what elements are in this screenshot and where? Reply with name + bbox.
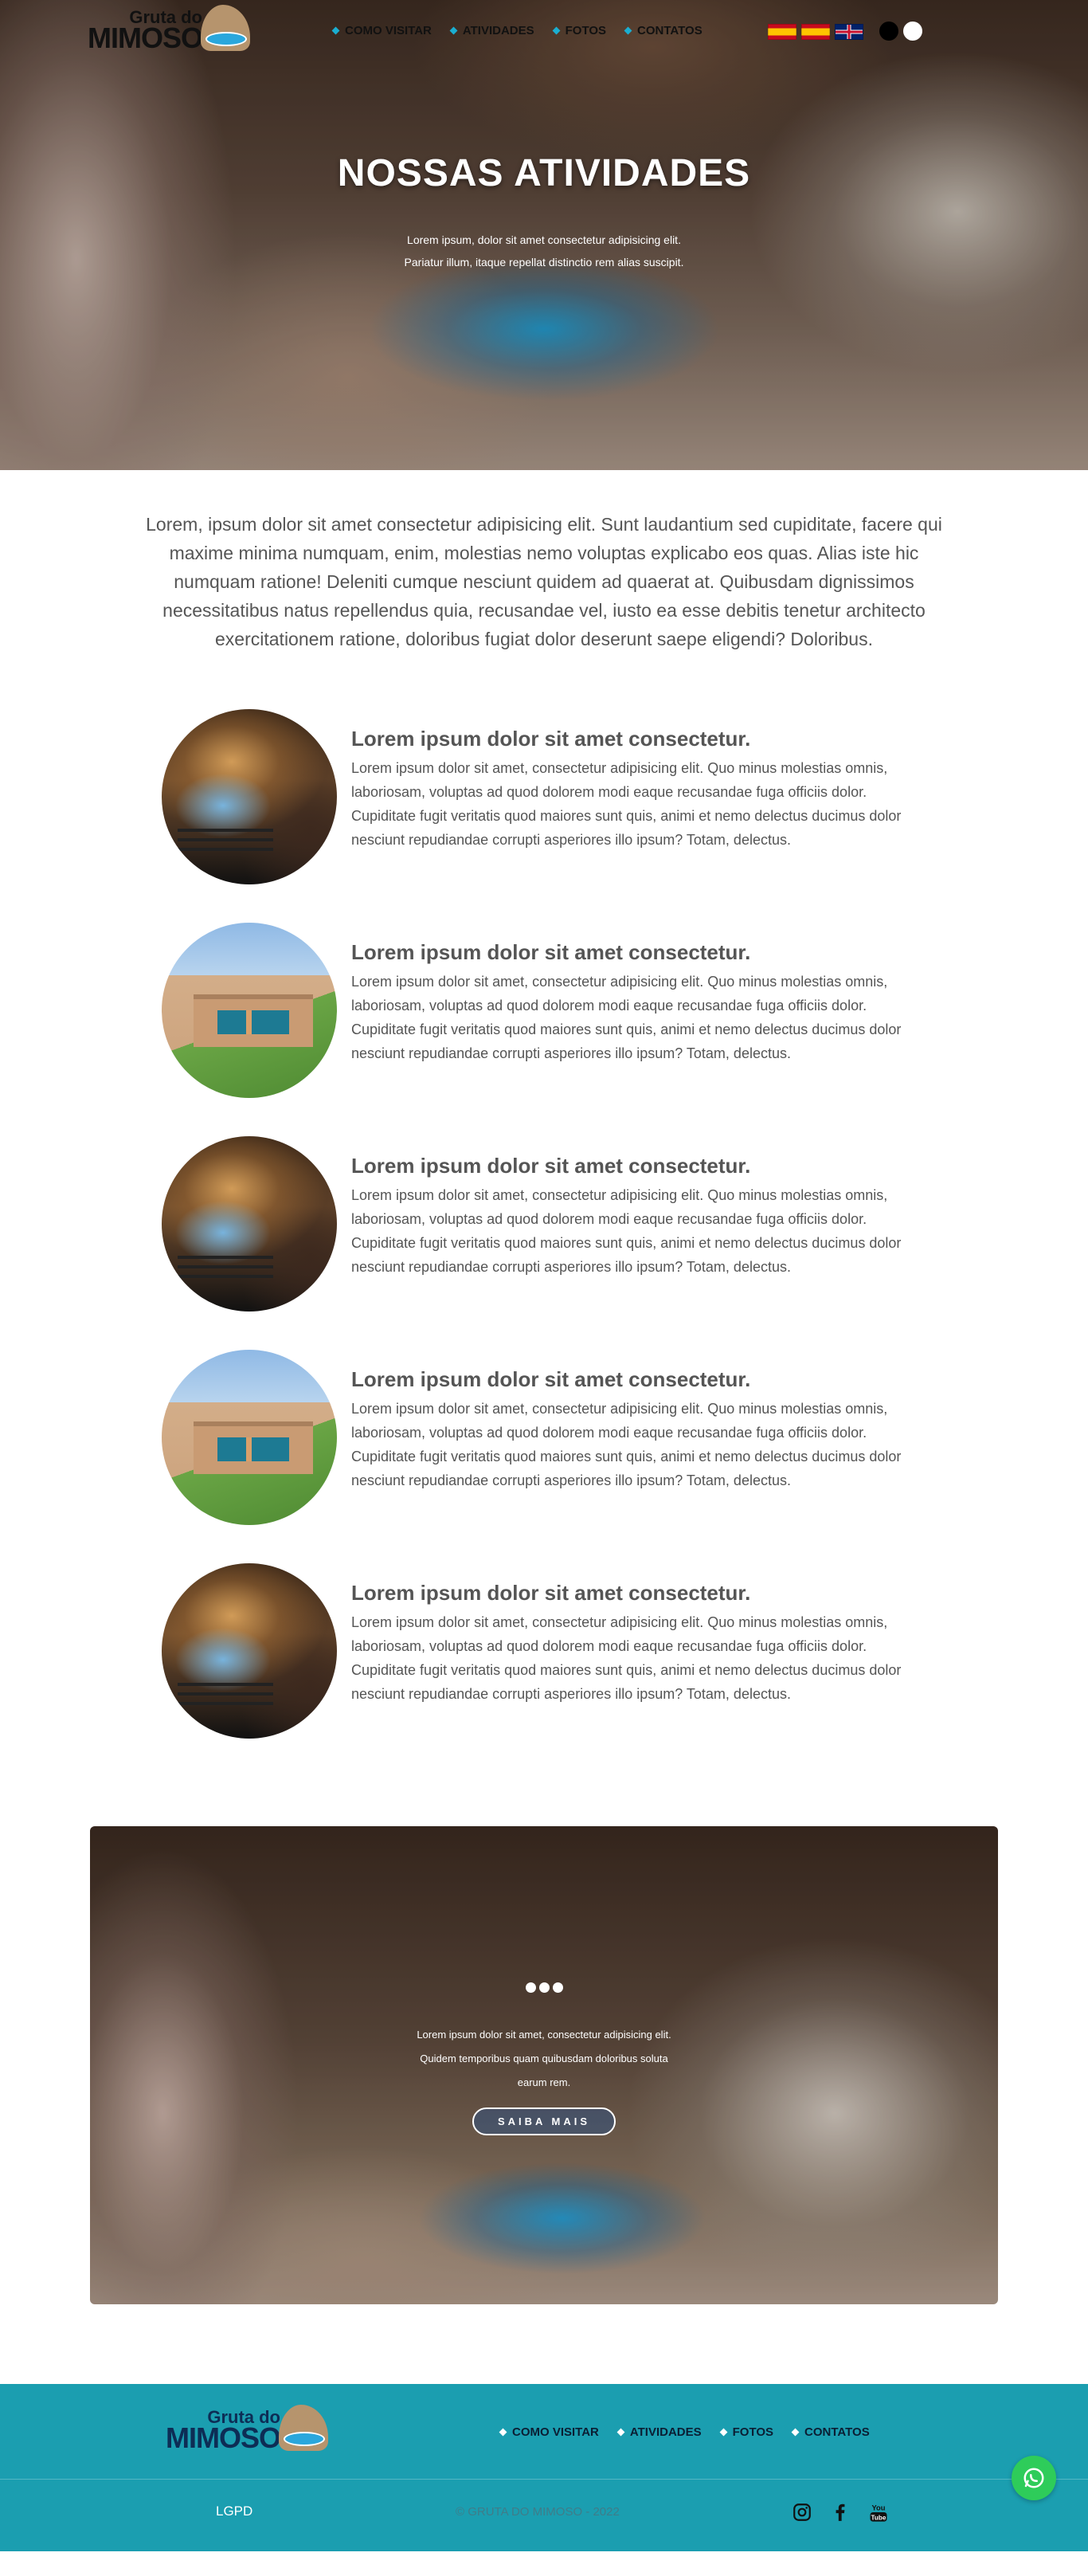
logo-cave-icon (276, 2405, 330, 2451)
uk-flag-icon[interactable] (835, 24, 863, 40)
activity-image (162, 709, 337, 884)
lgpd-link[interactable]: LGPD (216, 2503, 252, 2519)
svg-text:You: You (872, 2504, 886, 2512)
carousel-dot[interactable] (552, 1982, 563, 1993)
activities-list: Lorem ipsum dolor sit amet consectetur. … (162, 709, 926, 1739)
diamond-bullet-icon (616, 2428, 625, 2437)
nav-item-como-visitar[interactable]: COMO VISITAR (331, 24, 432, 37)
hero-subtitle: Lorem ipsum, dolor sit amet consectetur … (404, 233, 684, 269)
activity-title: Lorem ipsum dolor sit amet consectetur. (351, 1581, 751, 1605)
diamond-bullet-icon (552, 26, 561, 35)
activity-description: Lorem ipsum dolor sit amet, consectetur … (351, 760, 902, 848)
activity-item: Lorem ipsum dolor sit amet consectetur. … (162, 1350, 926, 1525)
activity-title: Lorem ipsum dolor sit amet consectetur. (351, 1367, 751, 1391)
intro-paragraph: Lorem, ipsum dolor sit amet consectetur … (146, 514, 942, 649)
activity-image (162, 1350, 337, 1525)
social-links: You Tube (790, 2500, 890, 2524)
saiba-mais-button[interactable]: SAIBA MAIS (472, 2107, 616, 2135)
carousel-dot[interactable] (538, 1982, 550, 1993)
hero-content: NOSSAS ATIVIDADES Lorem ipsum, dolor sit… (0, 151, 1088, 273)
promo-text: Lorem ipsum dolor sit amet, consectetur … (417, 2029, 671, 2088)
activity-item: Lorem ipsum dolor sit amet consectetur. … (162, 923, 926, 1098)
activity-image (162, 1563, 337, 1739)
activity-description: Lorem ipsum dolor sit amet, consectetur … (351, 1187, 902, 1275)
footer: Gruta do MIMOSO COMO VISITAR ATIVIDADES … (0, 2384, 1088, 2551)
carousel-dot[interactable] (525, 1982, 536, 1993)
activity-description: Lorem ipsum dolor sit amet, consectetur … (351, 1614, 902, 1702)
nav-item-contatos[interactable]: CONTATOS (624, 24, 703, 37)
light-theme-button[interactable] (903, 22, 922, 41)
logo-text-bottom: MIMOSO (88, 21, 203, 54)
language-switcher (768, 24, 863, 40)
activity-image (162, 923, 337, 1098)
page-title: NOSSAS ATIVIDADES (337, 152, 751, 194)
footer-nav-como-visitar[interactable]: COMO VISITAR (499, 2425, 599, 2439)
activity-description: Lorem ipsum dolor sit amet, consectetur … (351, 1401, 902, 1488)
activity-item: Lorem ipsum dolor sit amet consectetur. … (162, 1563, 926, 1739)
nav-item-fotos[interactable]: FOTOS (552, 24, 606, 37)
promo-carousel: Lorem ipsum dolor sit amet, consectetur … (90, 1826, 998, 2304)
logo-cave-icon (198, 5, 252, 51)
footer-nav-contatos[interactable]: CONTATOS (791, 2425, 870, 2439)
instagram-icon[interactable] (790, 2500, 814, 2524)
hero-section: Gruta do MIMOSO COMO VISITAR ATIVIDADES … (0, 0, 1088, 470)
activity-title: Lorem ipsum dolor sit amet consectetur. (351, 1154, 751, 1178)
diamond-bullet-icon (719, 2428, 728, 2437)
main-menu: COMO VISITAR ATIVIDADES FOTOS CONTATOS (331, 24, 703, 37)
spanish-flag-icon[interactable] (768, 24, 796, 40)
navbar: Gruta do MIMOSO COMO VISITAR ATIVIDADES … (0, 0, 1088, 64)
spanish-flag-icon[interactable] (801, 24, 830, 40)
footer-nav-fotos[interactable]: FOTOS (719, 2425, 773, 2439)
activity-item: Lorem ipsum dolor sit amet consectetur. … (162, 1136, 926, 1312)
diamond-bullet-icon (449, 26, 458, 35)
footer-nav-atividades[interactable]: ATIVIDADES (616, 2425, 702, 2439)
theme-toggle (879, 22, 922, 41)
facebook-icon[interactable] (828, 2500, 852, 2524)
site-logo[interactable]: Gruta do MIMOSO (88, 5, 252, 54)
diamond-bullet-icon (499, 2428, 507, 2437)
diamond-bullet-icon (791, 2428, 800, 2437)
youtube-icon[interactable]: You Tube (867, 2500, 890, 2524)
dark-theme-button[interactable] (879, 22, 898, 41)
diamond-bullet-icon (624, 26, 632, 35)
diamond-bullet-icon (331, 26, 340, 35)
svg-text:Tube: Tube (871, 2514, 886, 2521)
footer-menu: COMO VISITAR ATIVIDADES FOTOS CONTATOS (499, 2425, 870, 2439)
footer-logo[interactable]: Gruta do MIMOSO (166, 2405, 330, 2454)
nav-item-atividades[interactable]: ATIVIDADES (449, 24, 534, 37)
logo-text-bottom: MIMOSO (166, 2421, 281, 2454)
activity-title: Lorem ipsum dolor sit amet consectetur. (351, 940, 751, 964)
activity-title: Lorem ipsum dolor sit amet consectetur. (351, 727, 751, 751)
activity-image (162, 1136, 337, 1312)
activity-item: Lorem ipsum dolor sit amet consectetur. … (162, 709, 926, 884)
carousel-dots (90, 1982, 998, 1993)
activity-description: Lorem ipsum dolor sit amet, consectetur … (351, 974, 902, 1061)
copyright-text: © GRUTA DO MIMOSO - 2022 (456, 2505, 620, 2519)
